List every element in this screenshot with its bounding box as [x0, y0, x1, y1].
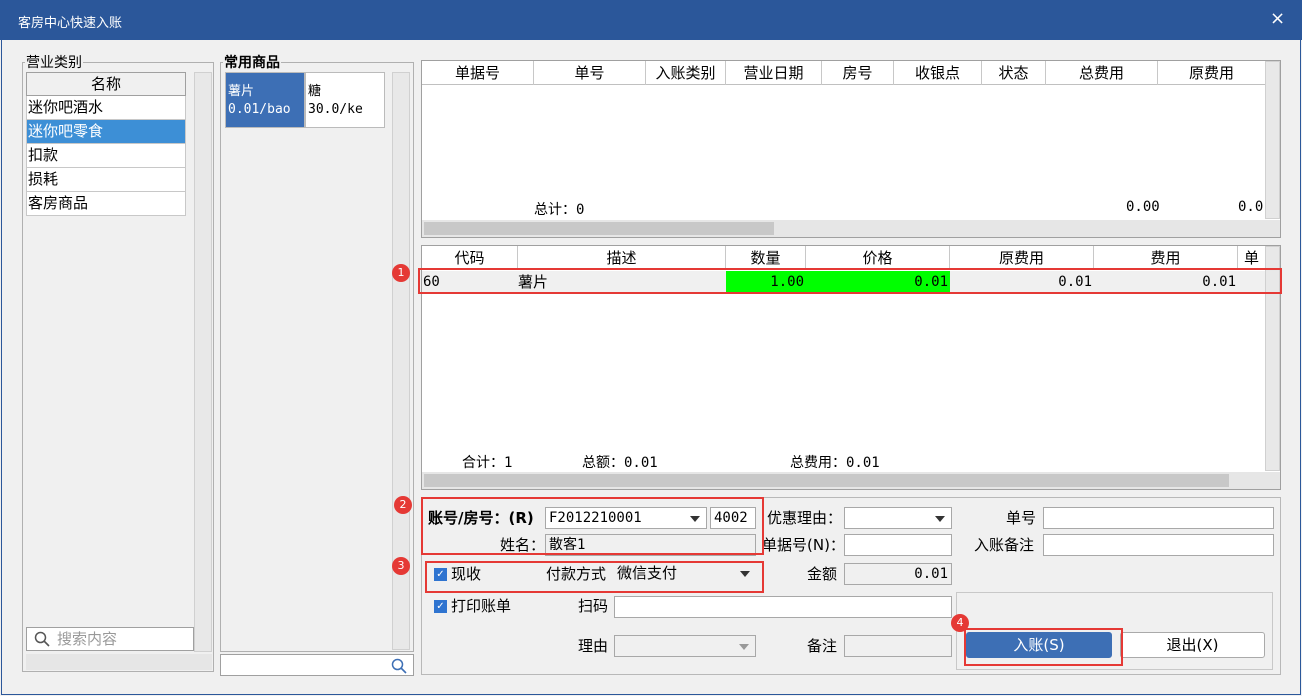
annotation-box-2: [421, 497, 764, 555]
print-label: 打印账单: [451, 597, 512, 615]
col-header[interactable]: 价格: [806, 246, 950, 270]
items-hscroll-thumb[interactable]: [424, 474, 1229, 487]
items-footer-amount: 总额：0.01: [582, 455, 658, 471]
col-header[interactable]: 描述: [518, 246, 726, 270]
billno-label: 单据号(N)：: [762, 536, 845, 554]
annotation-badge-3: 3: [392, 557, 410, 575]
annotation-box-1: [418, 268, 1282, 294]
bills-grid-header: 单据号 单号 入账类别 营业日期 房号 收银点 状态 总费用 原费用: [422, 61, 1265, 85]
search-icon: [391, 658, 407, 674]
bills-vscroll[interactable]: [1265, 61, 1280, 219]
product-name: 糖: [308, 84, 322, 99]
col-header[interactable]: 总费用: [1046, 61, 1158, 85]
category-header: 名称: [26, 72, 186, 96]
bills-grid: 单据号 单号 入账类别 营业日期 房号 收银点 状态 总费用 原费用 总计：0 …: [421, 60, 1281, 238]
product-tile-chips[interactable]: 薯片 0.01/bao: [225, 72, 305, 128]
bills-hscroll[interactable]: [422, 220, 1280, 237]
category-list: 名称 迷你吧酒水 迷你吧零食 扣款 损耗 客房商品: [26, 72, 186, 216]
bills-footer-total: 0.00: [1126, 199, 1160, 215]
col-header[interactable]: 房号: [822, 61, 894, 85]
print-checkbox[interactable]: ✓: [434, 600, 447, 613]
annotation-box-3: [425, 561, 764, 593]
product-name: 薯片: [228, 84, 255, 99]
amount-field: 0.01: [844, 563, 952, 585]
scan-label: 扫码: [578, 597, 609, 615]
col-header[interactable]: 费用: [1094, 246, 1238, 270]
col-header[interactable]: 营业日期: [726, 61, 822, 85]
remark-label: 入账备注: [974, 536, 1035, 554]
items-footer-fee: 总费用：0.01: [790, 455, 880, 471]
col-header[interactable]: 单: [1238, 246, 1265, 270]
category-hscroll[interactable]: [26, 654, 212, 670]
items-hscroll[interactable]: [422, 472, 1280, 489]
col-header[interactable]: 入账类别: [646, 61, 726, 85]
discount-select[interactable]: [844, 507, 952, 529]
products-legend: 常用商品: [224, 55, 280, 71]
col-header[interactable]: 原费用: [950, 246, 1094, 270]
category-search-input[interactable]: 搜索内容: [26, 627, 194, 651]
reason-label: 理由: [578, 637, 609, 655]
remark-field[interactable]: [1043, 534, 1274, 556]
reason-select: [614, 635, 756, 657]
bills-footer-label: 总计：0: [534, 202, 585, 218]
exit-button[interactable]: 退出(X): [1120, 632, 1265, 658]
orderno-label: 单号: [1006, 509, 1037, 527]
discount-label: 优惠理由：: [767, 509, 843, 527]
billno-field[interactable]: [844, 534, 952, 556]
col-header[interactable]: 原费用: [1158, 61, 1265, 85]
bills-footer-orig: 0.00: [1238, 199, 1264, 215]
col-header[interactable]: 单号: [534, 61, 646, 85]
items-footer-count: 合计：1: [462, 455, 513, 471]
product-search-input[interactable]: [220, 654, 414, 676]
annotation-badge-1: 1: [392, 264, 410, 282]
items-grid-header: 代码 描述 数量 价格 原费用 费用 单: [422, 246, 1265, 270]
category-item[interactable]: 迷你吧酒水: [26, 96, 186, 120]
category-item-selected[interactable]: 迷你吧零食: [26, 120, 186, 144]
amount-label: 金额: [807, 565, 838, 583]
annotation-badge-2: 2: [394, 496, 412, 514]
product-price: 0.01/bao: [228, 102, 291, 117]
col-header[interactable]: 数量: [726, 246, 806, 270]
chevron-down-icon: [739, 644, 749, 650]
bills-hscroll-thumb[interactable]: [424, 222, 774, 235]
product-tile-candy[interactable]: 糖 30.0/ke: [305, 72, 385, 128]
col-header[interactable]: 代码: [422, 246, 518, 270]
category-item[interactable]: 损耗: [26, 168, 186, 192]
product-price: 30.0/ke: [308, 102, 363, 117]
category-legend: 营业类别: [26, 55, 82, 71]
note-field: [844, 635, 952, 657]
products-panel: 常用商品: [220, 52, 414, 652]
note-label: 备注: [807, 637, 838, 655]
orderno-field[interactable]: [1043, 507, 1274, 529]
window-title: 客房中心快速入账: [18, 16, 123, 31]
annotation-badge-4: 4: [951, 614, 969, 632]
category-item[interactable]: 扣款: [26, 144, 186, 168]
search-icon: [34, 631, 50, 647]
title-bar: 客房中心快速入账 ×: [0, 0, 1302, 40]
col-header[interactable]: 单据号: [422, 61, 534, 85]
chevron-down-icon: [935, 516, 945, 522]
annotation-box-4: [964, 628, 1123, 666]
category-scrollbar[interactable]: [194, 72, 212, 652]
close-icon[interactable]: ×: [1270, 8, 1285, 29]
search-placeholder: 搜索内容: [57, 630, 118, 648]
col-header[interactable]: 收银点: [894, 61, 982, 85]
col-header[interactable]: 状态: [982, 61, 1046, 85]
scan-field[interactable]: [614, 596, 952, 618]
category-item[interactable]: 客房商品: [26, 192, 186, 216]
